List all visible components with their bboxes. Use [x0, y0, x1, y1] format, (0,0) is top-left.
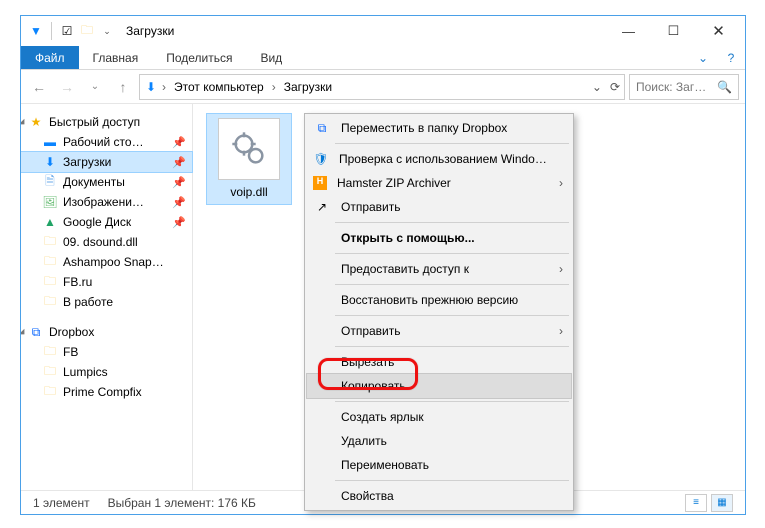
- folder-icon: 🗀: [43, 345, 57, 359]
- star-icon: ★: [29, 115, 43, 129]
- address-dropdown-icon[interactable]: ⌄: [592, 80, 602, 94]
- pin-icon: 📌: [172, 196, 186, 209]
- folder-icon: 🗀: [43, 275, 57, 289]
- sidebar-item-documents[interactable]: 🗎Документы📌: [21, 172, 192, 192]
- folder-icon: 🗀: [43, 385, 57, 399]
- sidebar-dropbox[interactable]: ⧉ Dropbox: [21, 322, 192, 342]
- ctx-create-shortcut[interactable]: Создать ярлык: [307, 405, 571, 429]
- maximize-button[interactable]: ☐: [651, 16, 696, 46]
- tab-view[interactable]: Вид: [246, 46, 296, 69]
- tab-share[interactable]: Поделиться: [152, 46, 246, 69]
- gdrive-icon: ▲: [43, 215, 57, 229]
- chevron-right-icon[interactable]: ›: [270, 80, 278, 94]
- ctx-hamster-zip[interactable]: HHamster ZIP Archiver›: [307, 171, 571, 195]
- sidebar-item-folder[interactable]: 🗀Lumpics: [21, 362, 192, 382]
- ctx-open-with[interactable]: Открыть с помощью...: [307, 226, 571, 250]
- window-title: Загрузки: [126, 24, 174, 38]
- address-bar: ← → ⌄ ↑ ⬇ › Этот компьютер › Загрузки ⌄ …: [21, 70, 745, 104]
- folder-icon: 🗀: [43, 365, 57, 379]
- crumb-this-pc[interactable]: Этот компьютер: [170, 80, 268, 94]
- minimize-button[interactable]: —: [606, 16, 651, 46]
- sidebar-item-gdrive[interactable]: ▲Google Диск📌: [21, 212, 192, 232]
- folder-icon: 🗀: [43, 295, 57, 309]
- document-icon: 🗎: [43, 175, 57, 189]
- chevron-right-icon: ›: [559, 176, 563, 190]
- hzip-icon: H: [313, 176, 327, 190]
- sidebar-item-folder[interactable]: 🗀FB: [21, 342, 192, 362]
- ctx-cut[interactable]: Вырезать: [307, 350, 571, 374]
- desktop-icon: ▬: [43, 135, 57, 149]
- download-icon: ⬇: [43, 155, 57, 169]
- crumb-downloads[interactable]: Загрузки: [280, 80, 336, 94]
- ctx-properties[interactable]: Свойства: [307, 484, 571, 508]
- sidebar-item-pictures[interactable]: 🖼Изображени…📌: [21, 192, 192, 212]
- ctx-copy[interactable]: Копировать: [307, 374, 571, 398]
- chevron-right-icon: ›: [559, 262, 563, 276]
- help-icon[interactable]: ?: [717, 46, 745, 69]
- folder-icon: 🗀: [43, 235, 57, 249]
- icons-view-button[interactable]: ▦: [711, 494, 733, 512]
- details-view-button[interactable]: ≡: [685, 494, 707, 512]
- folder-icon[interactable]: 🗀: [80, 24, 94, 38]
- sidebar-item-folder[interactable]: 🗀В работе: [21, 292, 192, 312]
- sidebar-label: Быстрый доступ: [49, 115, 140, 129]
- sidebar-quick-access[interactable]: ★ Быстрый доступ: [21, 112, 192, 132]
- dll-file-icon: [218, 118, 280, 180]
- dropbox-icon: ⧉: [313, 121, 331, 136]
- sidebar-item-folder[interactable]: 🗀FB.ru: [21, 272, 192, 292]
- sidebar-item-folder[interactable]: 🗀Ashampoo Snap…: [21, 252, 192, 272]
- sidebar-item-folder[interactable]: 🗀Prime Compfix: [21, 382, 192, 402]
- search-icon: 🔍: [717, 80, 732, 94]
- forward-button[interactable]: →: [55, 75, 79, 99]
- pin-icon: 📌: [172, 156, 186, 169]
- pin-icon: 📌: [172, 136, 186, 149]
- folder-icon: 🗀: [43, 255, 57, 269]
- pin-icon: 📌: [172, 216, 186, 229]
- file-label: voip.dll: [228, 184, 269, 200]
- chevron-right-icon[interactable]: ›: [160, 80, 168, 94]
- close-button[interactable]: ✕: [696, 16, 741, 46]
- shield-icon: 🛡: [313, 152, 329, 166]
- dropbox-icon: ⧉: [29, 325, 43, 339]
- qat-dropdown-icon[interactable]: ⌄: [100, 24, 114, 38]
- search-input[interactable]: Поиск: Заг… 🔍: [629, 74, 739, 100]
- ctx-move-to-dropbox[interactable]: ⧉Переместить в папку Dropbox: [307, 116, 571, 140]
- refresh-icon[interactable]: ⟳: [610, 80, 620, 94]
- ribbon-tabs: Файл Главная Поделиться Вид ⌄ ?: [21, 46, 745, 70]
- ctx-send-to[interactable]: Отправить›: [307, 319, 571, 343]
- properties-icon[interactable]: ☑: [60, 24, 74, 38]
- file-tab[interactable]: Файл: [21, 46, 79, 69]
- ctx-defender-scan[interactable]: 🛡Проверка с использованием Windows Defen…: [307, 147, 571, 171]
- tab-home[interactable]: Главная: [79, 46, 153, 69]
- ctx-share[interactable]: ↗Отправить: [307, 195, 571, 219]
- search-placeholder: Поиск: Заг…: [636, 80, 706, 94]
- ctx-grant-access[interactable]: Предоставить доступ к›: [307, 257, 571, 281]
- status-count: 1 элемент: [33, 496, 90, 510]
- back-button[interactable]: ←: [27, 75, 51, 99]
- down-arrow-icon[interactable]: ▼: [29, 24, 43, 38]
- up-button[interactable]: ↑: [111, 75, 135, 99]
- status-selection: Выбран 1 элемент: 176 КБ: [108, 496, 256, 510]
- sidebar-item-folder[interactable]: 🗀09. dsound.dll: [21, 232, 192, 252]
- recent-dropdown[interactable]: ⌄: [83, 75, 107, 99]
- ctx-restore-version[interactable]: Восстановить прежнюю версию: [307, 288, 571, 312]
- share-icon: ↗: [313, 200, 331, 214]
- context-menu: ⧉Переместить в папку Dropbox 🛡Проверка с…: [304, 113, 574, 511]
- sidebar-item-downloads[interactable]: ⬇Загрузки📌: [21, 152, 192, 172]
- ctx-delete[interactable]: Удалить: [307, 429, 571, 453]
- ctx-rename[interactable]: Переименовать: [307, 453, 571, 477]
- pin-icon: 📌: [172, 176, 186, 189]
- chevron-right-icon: ›: [559, 324, 563, 338]
- file-item-selected[interactable]: voip.dll: [207, 114, 291, 204]
- download-folder-icon: ⬇: [144, 80, 158, 94]
- sidebar-item-desktop[interactable]: ▬Рабочий сто…📌: [21, 132, 192, 152]
- breadcrumb[interactable]: ⬇ › Этот компьютер › Загрузки ⌄ ⟳: [139, 74, 625, 100]
- expand-ribbon-icon[interactable]: ⌄: [689, 46, 717, 69]
- sidebar: ★ Быстрый доступ ▬Рабочий сто…📌 ⬇Загрузк…: [21, 104, 193, 490]
- pictures-icon: 🖼: [43, 195, 57, 209]
- titlebar: ▼ ☑ 🗀 ⌄ Загрузки — ☐ ✕: [21, 16, 745, 46]
